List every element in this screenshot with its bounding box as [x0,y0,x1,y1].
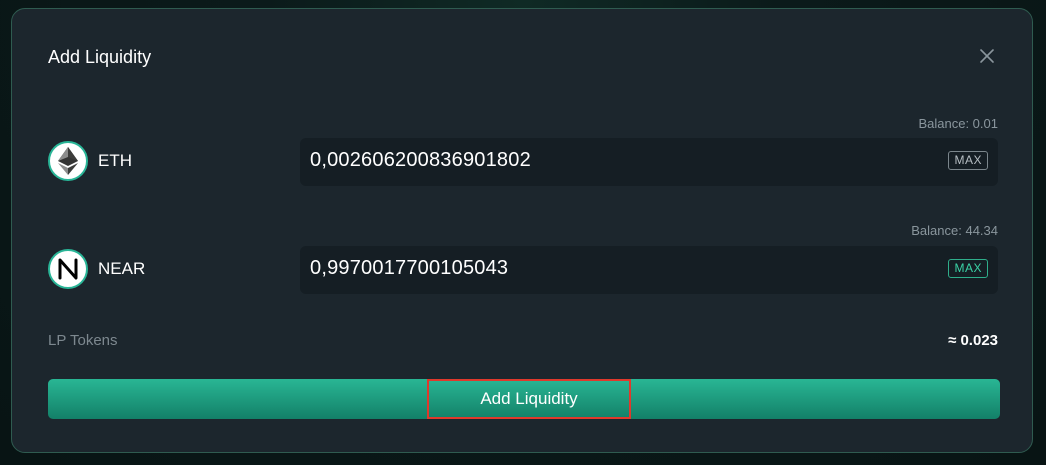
lp-tokens-label: LP Tokens [48,332,118,349]
ethereum-icon [48,141,88,181]
near-icon [48,249,88,289]
near-token: NEAR [48,249,145,289]
eth-amount-value: 0,002606200836901802 [310,149,531,171]
near-max-button[interactable]: MAX [948,259,988,278]
near-balance: Balance: 44.34 [911,223,998,238]
eth-token: ETH [48,141,132,181]
near-amount-value: 0,9970017700105043 [310,257,509,279]
add-liquidity-button-label: Add Liquidity [427,379,631,419]
near-amount-input[interactable]: 0,9970017700105043 MAX [300,246,998,294]
add-liquidity-modal: Add Liquidity Balance: 0.01 ETH 0,002606… [11,8,1033,453]
add-liquidity-button[interactable]: Add Liquidity [48,379,1000,419]
modal-title: Add Liquidity [48,47,152,67]
lp-tokens-value: ≈ 0.023 [948,332,998,349]
close-icon[interactable] [978,47,996,65]
eth-amount-input[interactable]: 0,002606200836901802 MAX [300,138,998,186]
near-symbol: NEAR [98,259,146,278]
eth-balance: Balance: 0.01 [918,116,998,131]
eth-symbol: ETH [98,151,132,170]
eth-max-button[interactable]: MAX [948,151,988,170]
